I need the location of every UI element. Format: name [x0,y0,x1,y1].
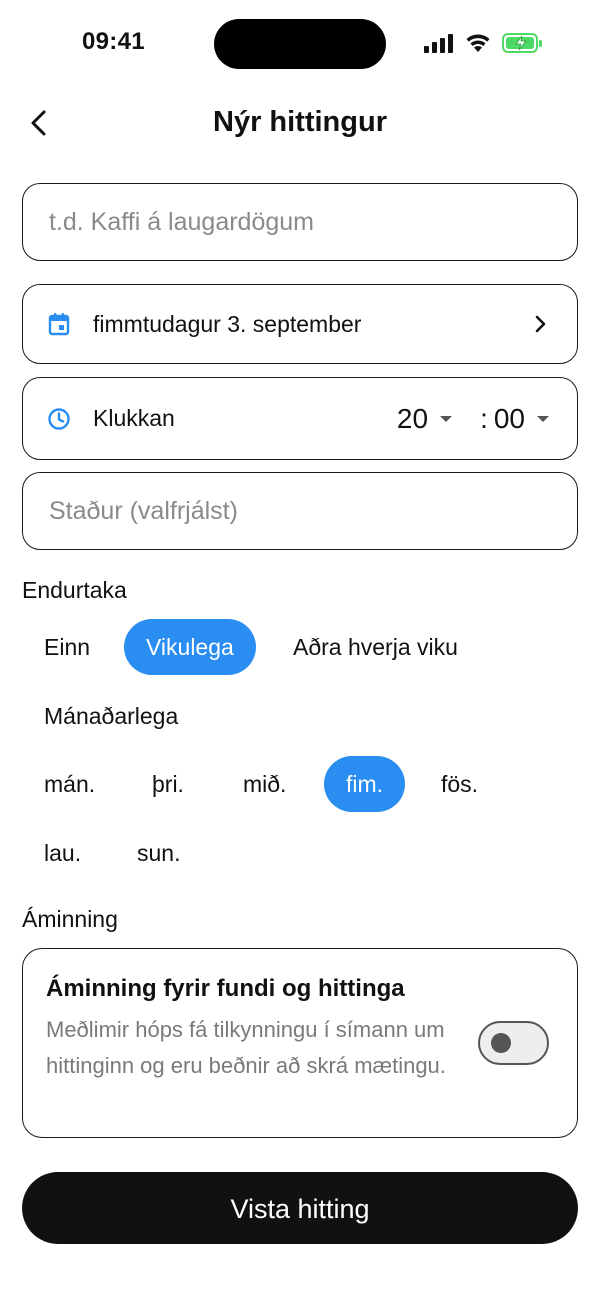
hour-select[interactable]: 20 [396,402,453,435]
chevron-right-icon [535,315,546,333]
clock-icon [47,407,71,431]
minute-select[interactable]: 00 [494,403,549,435]
weekday-tue[interactable]: þri. [130,756,206,812]
calendar-icon [47,312,71,336]
weekday-sat[interactable]: lau. [22,825,103,881]
location-field[interactable] [22,472,578,550]
cellular-signal-icon [424,34,453,53]
time-field: Klukkan 20 : 00 [22,377,578,460]
repeat-option-biweekly[interactable]: Aðra hverja viku [271,619,480,675]
minute-value: 00 [493,402,525,434]
status-time: 09:41 [82,28,145,55]
repeat-option-once-wrap: Einn [22,619,112,675]
time-separator: : [480,402,488,434]
date-value: fimmtudagur 3. september [93,310,362,337]
caret-down-icon [537,415,549,422]
reminder-title: Áminning fyrir fundi og hittinga [46,975,405,1002]
dynamic-island [214,19,386,69]
save-button[interactable]: Vista hitting [22,1172,578,1244]
weekday-wed[interactable]: mið. [221,756,308,812]
reminder-toggle[interactable] [478,1021,549,1065]
name-field[interactable] [22,183,578,261]
reminder-section-label: Áminning [22,906,118,932]
page-title: Nýr hittingur [213,106,387,138]
hour-value: 20 [396,402,429,434]
location-input[interactable] [23,496,577,526]
toggle-knob [491,1033,511,1053]
repeat-option-weekly[interactable]: Vikulega [124,619,256,675]
weekday-sun[interactable]: sun. [115,825,202,881]
time-label: Klukkan [93,405,175,431]
wifi-icon [466,34,490,52]
name-input[interactable] [23,207,577,237]
battery-icon [502,33,542,53]
weekday-thu[interactable]: fim. [324,756,406,812]
weekday-mon[interactable]: mán. [22,756,117,812]
repeat-section-label: Endurtaka [22,577,127,603]
date-field[interactable]: fimmtudagur 3. september [22,284,578,364]
repeat-option-once[interactable]: Einn [22,619,112,675]
weekday-fri[interactable]: fös. [419,756,500,812]
repeat-option-monthly[interactable]: Mánaðarlega [22,688,200,744]
reminder-description: Meðlimir hóps fá tilkynningu í símann um… [46,1017,446,1078]
caret-down-icon [440,415,453,422]
